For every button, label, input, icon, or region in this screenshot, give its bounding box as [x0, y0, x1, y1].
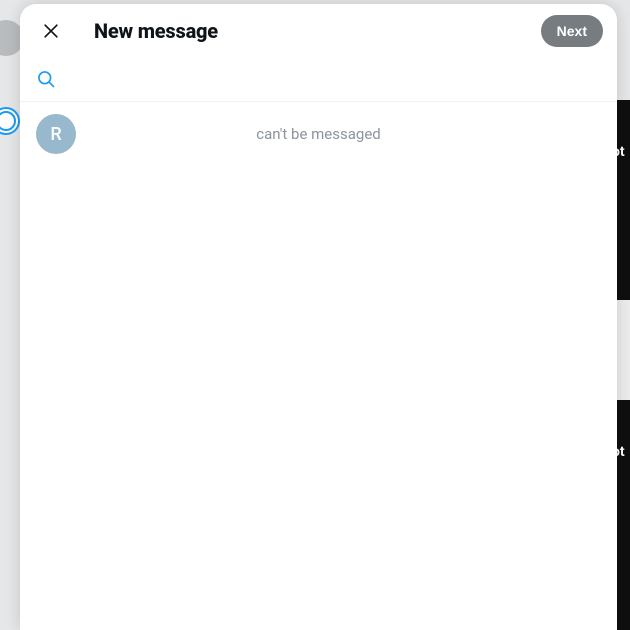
close-icon — [41, 21, 61, 41]
modal-header: New message Next — [20, 4, 617, 57]
modal-title: New message — [94, 19, 541, 43]
search-row — [20, 57, 617, 102]
next-button[interactable]: Next — [541, 15, 603, 47]
results-list: R can't be messaged — [20, 102, 617, 630]
cannot-message-label: can't be messaged — [36, 125, 601, 143]
result-body: can't be messaged — [88, 125, 601, 143]
close-button[interactable] — [34, 14, 68, 48]
search-input[interactable] — [72, 71, 605, 88]
new-message-modal: New message Next R can't be messaged — [20, 4, 617, 630]
search-icon — [36, 69, 56, 89]
list-item[interactable]: R can't be messaged — [20, 102, 617, 166]
bg-spaces-icon — [0, 107, 20, 135]
